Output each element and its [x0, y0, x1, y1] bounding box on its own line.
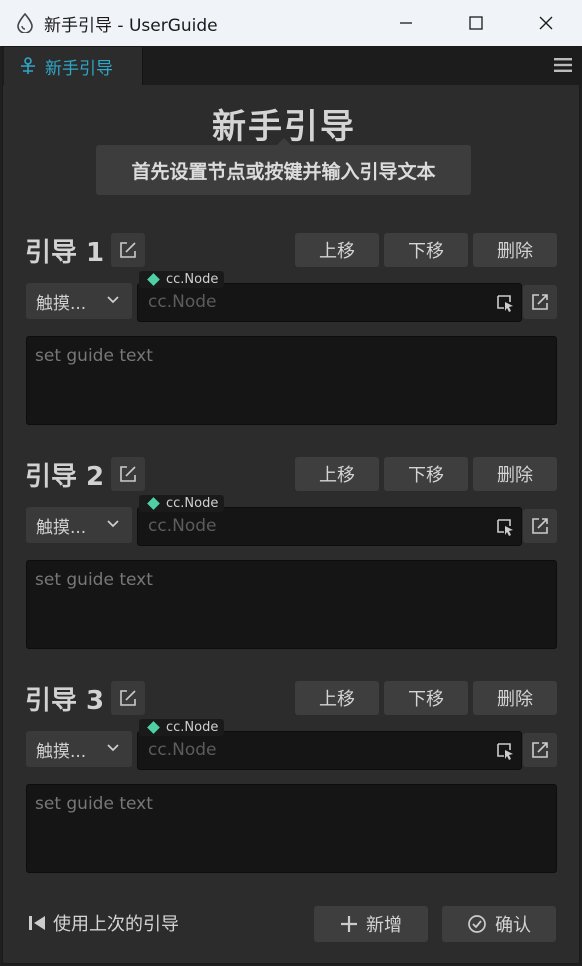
- event-type-select[interactable]: 触摸...: [26, 283, 132, 319]
- guide-text-placeholder: set guide text: [35, 346, 153, 366]
- open-node-button[interactable]: [523, 509, 557, 543]
- close-icon: [539, 16, 553, 30]
- node-diamond-icon: [147, 721, 160, 734]
- node-picker-icon[interactable]: [495, 293, 515, 313]
- guide-text-input[interactable]: set guide text: [26, 336, 557, 425]
- guide-block-3: 引导 3 上移 下移 删除 触摸... cc.Node cc.Node set …: [25, 681, 557, 881]
- tab-user-guide[interactable]: 新手引导: [4, 47, 143, 85]
- move-up-button[interactable]: 上移: [295, 233, 379, 267]
- external-link-icon: [532, 518, 548, 534]
- guide-icon: [21, 57, 35, 74]
- delete-button[interactable]: 删除: [473, 233, 557, 267]
- window-title: 新手引导 - UserGuide: [44, 15, 218, 36]
- maximize-button[interactable]: [441, 0, 511, 46]
- node-tag-label: cc.Node: [166, 720, 219, 735]
- guide-block-1: 引导 1 上移 下移 删除 触摸... cc.Node cc.Node set …: [25, 233, 557, 433]
- external-link-icon: [532, 294, 548, 310]
- event-type-select[interactable]: 触摸...: [26, 731, 132, 767]
- move-down-button[interactable]: 下移: [384, 457, 468, 491]
- node-type-tag: cc.Node: [139, 271, 225, 288]
- delete-button[interactable]: 删除: [473, 457, 557, 491]
- tab-bar: 新手引导: [3, 47, 581, 85]
- plus-icon: [341, 916, 357, 932]
- open-node-button[interactable]: [523, 733, 557, 767]
- node-tag-label: cc.Node: [166, 272, 219, 287]
- node-type-tag: cc.Node: [139, 495, 225, 512]
- minimize-icon: [400, 22, 412, 24]
- panel-frame: 新手引导 新手引导 首先设置节点或按键并输入引导文本 引导 1 上移 下移 删除…: [2, 46, 581, 964]
- add-guide-button[interactable]: 新增: [314, 906, 428, 942]
- guide-block-2: 引导 2 上移 下移 删除 触摸... cc.Node cc.Node set …: [25, 457, 557, 657]
- window-titlebar: 新手引导 - UserGuide: [0, 0, 582, 46]
- delete-button[interactable]: 删除: [473, 681, 557, 715]
- node-picker-icon[interactable]: [495, 741, 515, 761]
- guide-text-input[interactable]: set guide text: [26, 560, 557, 649]
- edit-guide-button[interactable]: [111, 457, 145, 491]
- event-type-select[interactable]: 触摸...: [26, 507, 132, 543]
- node-diamond-icon: [147, 273, 160, 286]
- minimize-button[interactable]: [371, 0, 441, 46]
- node-input[interactable]: cc.Node: [137, 731, 522, 770]
- skip-back-icon: [29, 916, 45, 930]
- chevron-down-icon: [107, 520, 119, 528]
- add-guide-label: 新增: [366, 915, 402, 936]
- node-input[interactable]: cc.Node: [137, 283, 522, 322]
- node-picker-icon[interactable]: [495, 517, 515, 537]
- tab-label: 新手引导: [45, 58, 113, 79]
- node-placeholder: cc.Node: [148, 740, 217, 760]
- confirm-button[interactable]: 确认: [442, 906, 556, 942]
- node-input[interactable]: cc.Node: [137, 507, 522, 546]
- check-circle-icon: [468, 915, 486, 933]
- node-diamond-icon: [147, 497, 160, 510]
- use-last-guide-label: 使用上次的引导: [53, 914, 179, 935]
- close-button[interactable]: [511, 0, 581, 46]
- move-up-button[interactable]: 上移: [295, 457, 379, 491]
- app-drop-icon: [14, 12, 36, 34]
- hint-tooltip: 首先设置节点或按键并输入引导文本: [96, 138, 471, 195]
- guide-label: 引导 2: [25, 461, 105, 492]
- move-up-button[interactable]: 上移: [295, 681, 379, 715]
- node-tag-label: cc.Node: [166, 496, 219, 511]
- event-type-value: 触摸...: [36, 293, 87, 314]
- maximize-icon: [469, 16, 483, 30]
- guide-text-input[interactable]: set guide text: [26, 784, 557, 873]
- guide-text-placeholder: set guide text: [35, 794, 153, 814]
- external-link-icon: [532, 742, 548, 758]
- confirm-label: 确认: [495, 915, 531, 936]
- node-placeholder: cc.Node: [148, 516, 217, 536]
- event-type-value: 触摸...: [36, 741, 87, 762]
- node-type-tag: cc.Node: [139, 719, 225, 736]
- edit-guide-button[interactable]: [111, 233, 145, 267]
- edit-guide-button[interactable]: [111, 681, 145, 715]
- guide-label: 引导 3: [25, 685, 105, 716]
- move-down-button[interactable]: 下移: [384, 233, 468, 267]
- edit-icon: [120, 242, 136, 258]
- guide-label: 引导 1: [25, 237, 105, 268]
- node-placeholder: cc.Node: [148, 292, 217, 312]
- edit-icon: [120, 690, 136, 706]
- move-down-button[interactable]: 下移: [384, 681, 468, 715]
- use-last-guide-button[interactable]: 使用上次的引导: [27, 908, 179, 938]
- chevron-down-icon: [107, 296, 119, 304]
- hamburger-menu-icon[interactable]: [553, 55, 573, 75]
- edit-icon: [120, 466, 136, 482]
- guide-text-placeholder: set guide text: [35, 570, 153, 590]
- chevron-down-icon: [107, 744, 119, 752]
- open-node-button[interactable]: [523, 285, 557, 319]
- event-type-value: 触摸...: [36, 517, 87, 538]
